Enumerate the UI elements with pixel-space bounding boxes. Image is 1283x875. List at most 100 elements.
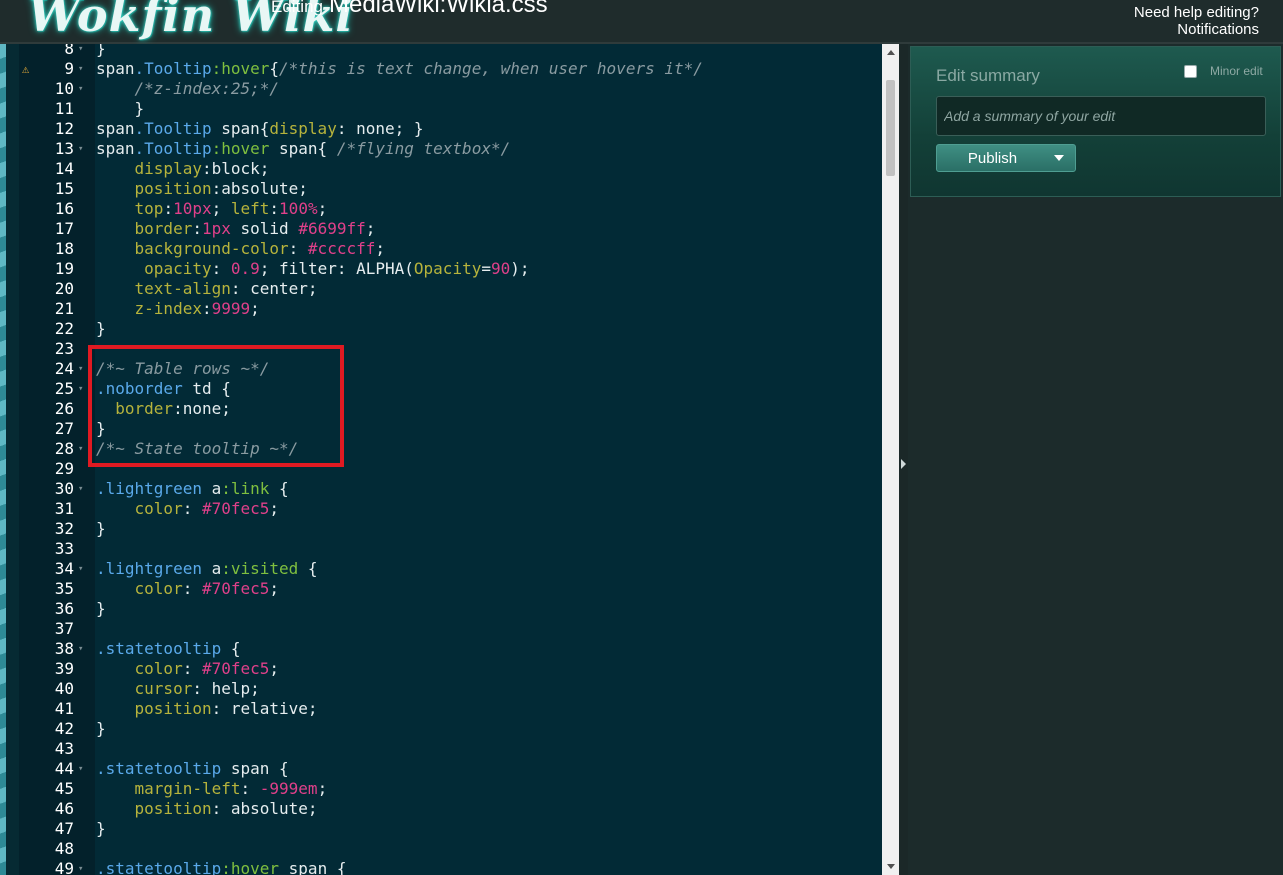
- code-line[interactable]: 13 ▾ span.Tooltip:hover span{ /*flying tex…: [6, 139, 882, 159]
- code-line[interactable]: 40 cursor: help;: [6, 679, 882, 699]
- fold-arrow-icon[interactable]: ▾: [78, 479, 88, 499]
- code-text[interactable]: position: relative;: [96, 699, 318, 719]
- code-text[interactable]: .lightgreen a:visited {: [96, 559, 318, 579]
- code-text[interactable]: .statetooltip span {: [96, 759, 289, 779]
- fold-arrow-icon[interactable]: ▾: [78, 79, 88, 99]
- fold-arrow-icon[interactable]: ▾: [78, 359, 88, 379]
- code-line[interactable]: 36}: [6, 599, 882, 619]
- code-text[interactable]: top:10px; left:100%;: [96, 199, 328, 219]
- fold-arrow-icon[interactable]: ▾: [78, 759, 88, 779]
- code-text[interactable]: background-color: #ccccff;: [96, 239, 385, 259]
- fold-arrow-icon[interactable]: ▾: [78, 439, 88, 459]
- code-line[interactable]: 49 ▾ .statetooltip:hover span {: [6, 859, 882, 875]
- code-line[interactable]: 41 position: relative;: [6, 699, 882, 719]
- code-text[interactable]: position:absolute;: [96, 179, 308, 199]
- code-text[interactable]: .statetooltip {: [96, 639, 241, 659]
- code-editor[interactable]: 8 ▾} ⚠ 9 ▾ span.Tooltip:hover{/*this is text …: [6, 44, 899, 875]
- code-text[interactable]: span.Tooltip:hover span{ /*flying textbo…: [96, 139, 510, 159]
- code-text[interactable]: .statetooltip:hover span {: [96, 859, 346, 875]
- code-text[interactable]: position: absolute;: [96, 799, 318, 819]
- fold-arrow-icon[interactable]: ▾: [78, 379, 88, 399]
- code-line[interactable]: 31 color: #70fec5;: [6, 499, 882, 519]
- code-line[interactable]: 45 margin-left: -999em;: [6, 779, 882, 799]
- code-line[interactable]: 10 ▾ /*z-index:25;*/: [6, 79, 882, 99]
- chevron-right-icon[interactable]: [901, 459, 906, 469]
- fold-arrow-icon[interactable]: ▾: [78, 859, 88, 875]
- code-text[interactable]: }: [96, 519, 106, 539]
- minor-edit-label[interactable]: Minor edit: [1210, 64, 1263, 78]
- code-line[interactable]: ⚠ 9 ▾ span.Tooltip:hover{/*this is text cha…: [6, 59, 882, 79]
- edit-summary-input[interactable]: [936, 96, 1266, 136]
- code-text[interactable]: border:none;: [96, 399, 231, 419]
- code-line[interactable]: 48: [6, 839, 882, 859]
- panel-splitter[interactable]: [899, 44, 908, 875]
- fold-arrow-icon[interactable]: ▾: [78, 59, 88, 79]
- code-text[interactable]: .lightgreen a:link {: [96, 479, 289, 499]
- code-text[interactable]: margin-left: -999em;: [96, 779, 328, 799]
- code-line[interactable]: 43: [6, 739, 882, 759]
- code-text[interactable]: }: [96, 599, 106, 619]
- code-text[interactable]: border:1px solid #6699ff;: [96, 219, 376, 239]
- fold-arrow-icon[interactable]: ▾: [78, 559, 88, 579]
- code-line[interactable]: 25 ▾ .noborder td {: [6, 379, 882, 399]
- code-text[interactable]: }: [96, 319, 106, 339]
- code-text[interactable]: color: #70fec5;: [96, 579, 280, 599]
- scrollbar-thumb[interactable]: [886, 80, 895, 176]
- code-line[interactable]: 22}: [6, 319, 882, 339]
- code-text[interactable]: color: #70fec5;: [96, 499, 280, 519]
- code-line[interactable]: 14 display:block;: [6, 159, 882, 179]
- code-text[interactable]: display:block;: [96, 159, 270, 179]
- scroll-down-icon[interactable]: [887, 864, 895, 869]
- fold-arrow-icon[interactable]: ▾: [78, 44, 88, 59]
- publish-label[interactable]: Publish: [937, 150, 1048, 167]
- code-line[interactable]: 44 ▾ .statetooltip span {: [6, 759, 882, 779]
- need-help-link[interactable]: Need help editing?: [1134, 4, 1259, 21]
- code-text[interactable]: /*~ State tooltip ~*/: [96, 439, 298, 459]
- code-line[interactable]: 37: [6, 619, 882, 639]
- code-line[interactable]: 24 ▾ /*~ Table rows ~*/: [6, 359, 882, 379]
- code-line[interactable]: 23: [6, 339, 882, 359]
- code-line[interactable]: 32}: [6, 519, 882, 539]
- code-line[interactable]: 19 opacity: 0.9; filter: ALPHA(Opacity=9…: [6, 259, 882, 279]
- code-text[interactable]: z-index:9999;: [96, 299, 260, 319]
- code-line[interactable]: 29: [6, 459, 882, 479]
- code-line[interactable]: 35 color: #70fec5;: [6, 579, 882, 599]
- code-line[interactable]: 15 position:absolute;: [6, 179, 882, 199]
- fold-arrow-icon[interactable]: ▾: [78, 139, 88, 159]
- code-line[interactable]: 33: [6, 539, 882, 559]
- code-line[interactable]: 17 border:1px solid #6699ff;: [6, 219, 882, 239]
- code-text[interactable]: .noborder td {: [96, 379, 231, 399]
- fold-arrow-icon[interactable]: ▾: [78, 639, 88, 659]
- code-line[interactable]: 20 text-align: center;: [6, 279, 882, 299]
- code-line[interactable]: 16 top:10px; left:100%;: [6, 199, 882, 219]
- code-line[interactable]: 30 ▾ .lightgreen a:link {: [6, 479, 882, 499]
- code-text[interactable]: }: [96, 44, 106, 59]
- code-line[interactable]: 42}: [6, 719, 882, 739]
- code-area[interactable]: 8 ▾} ⚠ 9 ▾ span.Tooltip:hover{/*this is text …: [6, 44, 882, 875]
- notifications-link[interactable]: Notifications: [1134, 21, 1259, 38]
- code-text[interactable]: text-align: center;: [96, 279, 318, 299]
- code-text[interactable]: }: [96, 719, 106, 739]
- code-line[interactable]: 27}: [6, 419, 882, 439]
- code-text[interactable]: }: [96, 99, 145, 119]
- code-text[interactable]: }: [96, 819, 106, 839]
- code-line[interactable]: 46 position: absolute;: [6, 799, 882, 819]
- code-line[interactable]: 12 span.Tooltip span{display: none; }: [6, 119, 882, 139]
- code-line[interactable]: 26 border:none;: [6, 399, 882, 419]
- code-line[interactable]: 21 z-index:9999;: [6, 299, 882, 319]
- code-line[interactable]: 11 }: [6, 99, 882, 119]
- code-text[interactable]: color: #70fec5;: [96, 659, 280, 679]
- minor-edit[interactable]: Minor edit: [1184, 63, 1263, 79]
- code-text[interactable]: span.Tooltip:hover{/*this is text change…: [96, 59, 703, 79]
- chevron-down-icon[interactable]: [1054, 155, 1064, 161]
- publish-button[interactable]: Publish: [936, 144, 1076, 172]
- code-text[interactable]: cursor: help;: [96, 679, 260, 699]
- code-line[interactable]: 8 ▾}: [6, 44, 882, 59]
- code-line[interactable]: 18 background-color: #ccccff;: [6, 239, 882, 259]
- code-text[interactable]: /*~ Table rows ~*/: [96, 359, 269, 379]
- minor-edit-checkbox[interactable]: [1184, 64, 1197, 78]
- code-line[interactable]: 47}: [6, 819, 882, 839]
- code-text[interactable]: }: [96, 419, 106, 439]
- code-text[interactable]: span.Tooltip span{display: none; }: [96, 119, 424, 139]
- code-line[interactable]: 28 ▾ /*~ State tooltip ~*/: [6, 439, 882, 459]
